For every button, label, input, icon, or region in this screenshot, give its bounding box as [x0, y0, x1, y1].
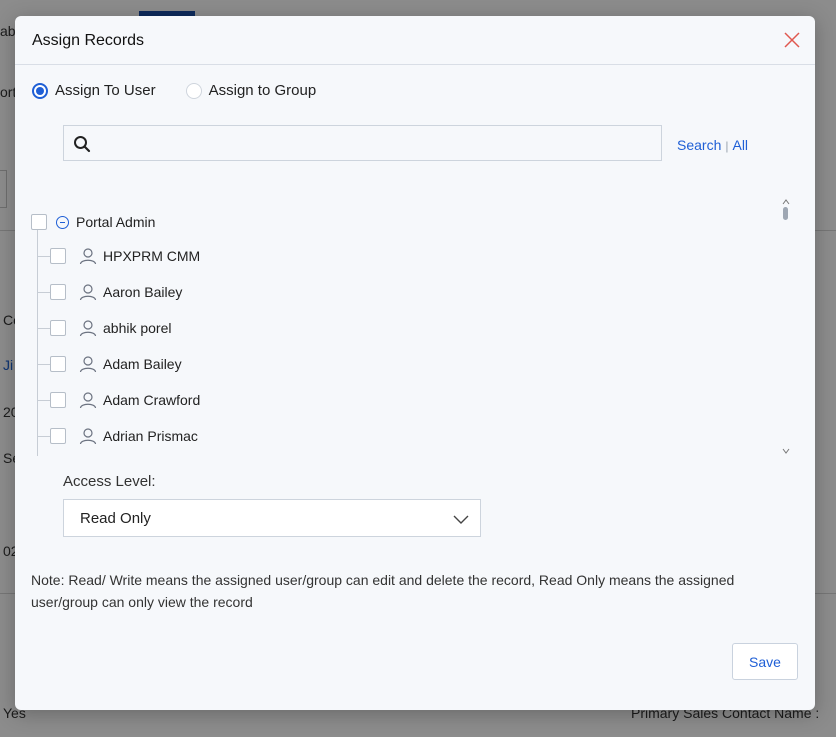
user-icon — [79, 428, 97, 445]
tree-user-item: abhik porel — [50, 316, 172, 340]
dialog-header: Assign Records — [15, 16, 815, 65]
user-icon — [79, 320, 97, 337]
tree-connector — [37, 364, 50, 365]
search-links: Search | All — [677, 137, 748, 153]
user-checkbox[interactable] — [50, 392, 66, 408]
user-checkbox[interactable] — [50, 428, 66, 444]
user-name[interactable]: abhik porel — [103, 320, 172, 336]
user-icon — [79, 392, 97, 409]
user-icon — [79, 284, 97, 301]
tree-connector — [37, 256, 50, 257]
collapse-icon[interactable] — [56, 215, 69, 229]
tree-connector — [37, 436, 50, 437]
assign-to-user-radio[interactable] — [32, 82, 48, 99]
tree-connector — [37, 328, 50, 329]
scroll-down-icon[interactable] — [782, 448, 790, 454]
search-link[interactable]: Search — [677, 137, 721, 153]
access-level-select[interactable]: Read Only — [63, 499, 481, 537]
user-icon — [79, 248, 97, 265]
close-icon[interactable] — [783, 31, 801, 49]
user-checkbox[interactable] — [50, 356, 66, 372]
portal-admin-checkbox[interactable] — [31, 214, 47, 230]
user-name[interactable]: HPXPRM CMM — [103, 248, 200, 264]
portal-admin-label: Portal Admin — [76, 214, 156, 230]
search-field — [63, 125, 662, 162]
tree-connector-line — [37, 230, 38, 456]
scroll-up-icon[interactable] — [782, 199, 790, 205]
tree-connector — [37, 400, 50, 401]
assign-to-user-label[interactable]: Assign To User — [55, 82, 156, 99]
dialog-title: Assign Records — [32, 32, 145, 49]
tree-user-item: Adam Crawford — [50, 388, 200, 412]
assign-to-group-radio[interactable] — [185, 82, 202, 99]
all-link[interactable]: All — [732, 137, 748, 153]
assign-records-dialog: Assign Records Assign To User Assign to … — [15, 16, 815, 710]
access-note: Note: Read/ Write means the assigned use… — [31, 572, 735, 610]
user-name[interactable]: Adrian Prismac — [103, 428, 198, 444]
tree-user-item: Adrian Prismac — [50, 424, 198, 448]
search-separator: | — [725, 139, 729, 153]
chevron-down-icon — [453, 515, 469, 524]
access-level-label: Access Level: — [63, 473, 156, 490]
user-checkbox[interactable] — [50, 320, 66, 336]
user-icon — [79, 356, 97, 373]
user-checkbox[interactable] — [50, 284, 66, 300]
tree-user-item: HPXPRM CMM — [50, 244, 200, 268]
tree-connector — [37, 292, 50, 293]
tree-root-portal-admin: Portal Admin — [31, 210, 155, 234]
assign-to-group-label[interactable]: Assign to Group — [209, 82, 317, 99]
access-level-value: Read Only — [80, 510, 151, 527]
scroll-thumb[interactable] — [783, 207, 788, 220]
search-icon — [74, 136, 91, 153]
save-button[interactable]: Save — [732, 643, 798, 680]
assign-type-group: Assign To User Assign to Group — [32, 82, 346, 99]
user-name[interactable]: Aaron Bailey — [103, 284, 182, 300]
tree-scrollbar[interactable] — [781, 199, 791, 454]
user-name[interactable]: Adam Bailey — [103, 356, 182, 372]
tree-user-item: Adam Bailey — [50, 352, 182, 376]
user-checkbox[interactable] — [50, 248, 66, 264]
user-tree: Portal Admin HPXPRM CMM Aaron Bailey abh… — [31, 194, 791, 456]
user-name[interactable]: Adam Crawford — [103, 392, 200, 408]
search-input[interactable] — [100, 126, 659, 162]
tree-user-item: Aaron Bailey — [50, 280, 182, 304]
